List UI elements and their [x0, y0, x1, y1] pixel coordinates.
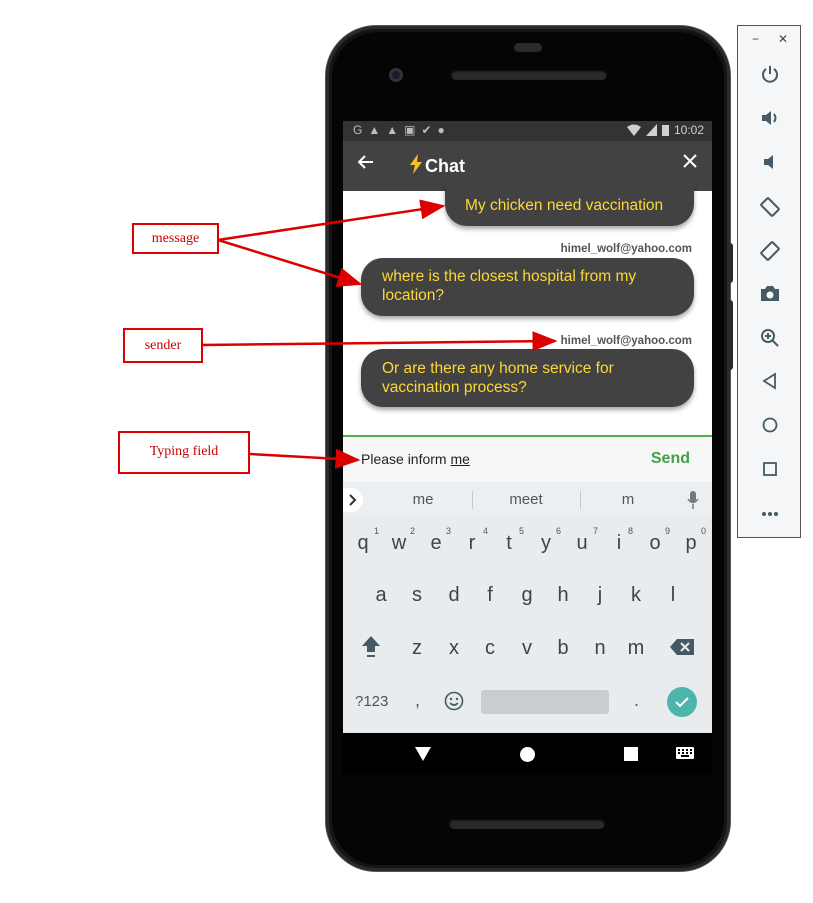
annotation-arrow	[217, 199, 446, 242]
annotation-arrow	[201, 331, 558, 352]
annotation-arrow	[249, 448, 361, 469]
annotation-sender: sender	[123, 328, 203, 363]
annotation-arrow	[217, 238, 363, 287]
annotation-typing-field: Typing field	[118, 431, 250, 474]
annotation-message: message	[132, 223, 219, 254]
